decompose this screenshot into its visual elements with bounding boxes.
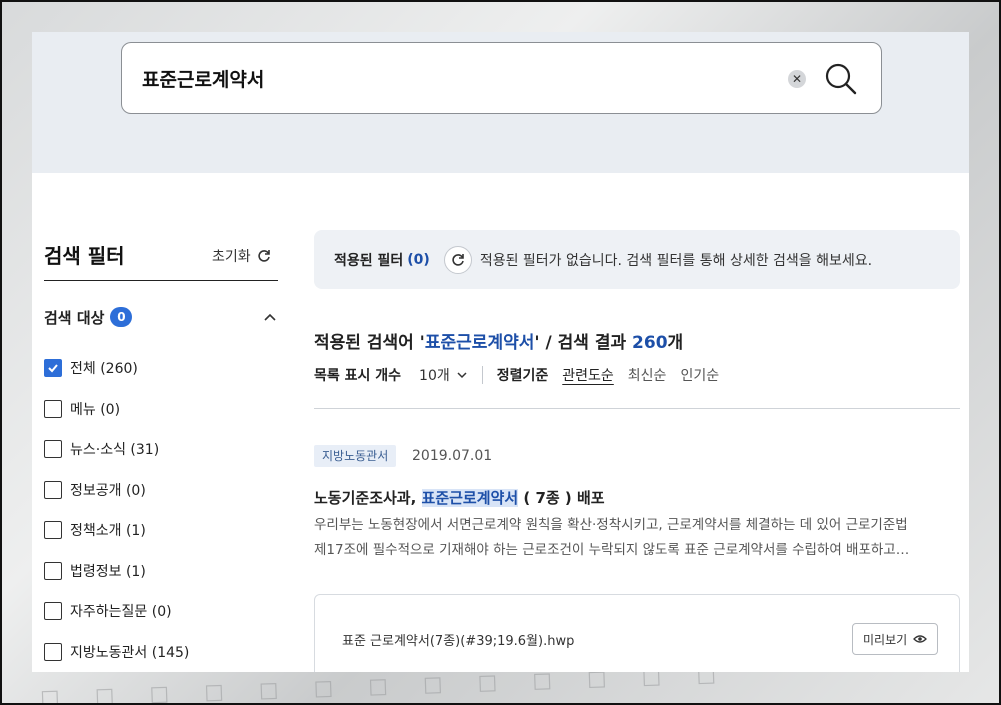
controls-separator <box>481 366 483 384</box>
attachment-box: 표준 근로계약서(7종)(#39;19.6월).hwp 미리보기 <box>314 594 960 672</box>
sort-option-relevance[interactable]: 관련도순 <box>562 365 614 385</box>
filter-checkbox-item[interactable]: 전체 (260) <box>44 348 284 389</box>
sort-label: 정렬기준 <box>496 368 549 384</box>
checkbox[interactable] <box>44 521 62 540</box>
search-input[interactable] <box>142 43 782 113</box>
preview-label: 미리보기 <box>863 632 908 647</box>
page-size-value: 10개 <box>419 368 450 384</box>
filter-checkbox-list: 전체 (260) 메뉴 (0) 뉴스·소식 (31) 정보공개 (0) 정책소개 (1)… <box>44 348 284 672</box>
search-box: ✕ <box>121 42 882 114</box>
summary-keyword: 표준근로계약서 <box>424 333 535 353</box>
result-summary: 적용된 검색어 '표준근로계약서' / 검색 결과 260개 <box>314 328 683 353</box>
result-title-before: 노동기준조사과, <box>314 489 422 507</box>
search-target-header[interactable]: 검색 대상 0 <box>44 305 278 329</box>
reset-label: 초기화 <box>212 249 251 265</box>
filter-checkbox-item[interactable]: 메뉴 (0) <box>44 389 284 430</box>
result-category-tag: 지방노동관서 <box>314 445 397 467</box>
page-size-select[interactable]: 10개 <box>419 365 468 385</box>
search-icon <box>825 63 857 95</box>
sort-option-latest[interactable]: 최신순 <box>628 365 667 385</box>
page-size-label: 목록 표시 개수 <box>314 368 402 384</box>
result-title-link[interactable]: 노동기준조사과, 표준근로계약서 ( 7종 ) 배포 <box>314 487 605 508</box>
checkbox[interactable] <box>44 642 62 661</box>
summary-middle: ' / 검색 결과 <box>534 333 633 353</box>
checkbox[interactable] <box>44 602 62 621</box>
filter-checkbox-item[interactable]: 자주하는질문 (0) <box>44 591 284 632</box>
chevron-down-icon <box>457 372 467 379</box>
refresh-icon <box>452 253 464 266</box>
check-icon <box>48 364 58 373</box>
filter-checkbox-label: 메뉴 (0) <box>70 401 121 418</box>
applied-filter-refresh-button[interactable] <box>443 245 472 274</box>
applied-filter-message: 적용된 필터가 없습니다. 검색 필터를 통해 상세한 검색을 해보세요. <box>479 252 873 269</box>
filter-checkbox-item[interactable]: 정책소개 (1) <box>44 510 284 551</box>
search-target-label: 검색 대상 <box>44 308 105 327</box>
list-controls: 목록 표시 개수 10개 정렬기준 관련도순 최신순 인기순 <box>314 365 719 385</box>
filter-checkbox-label: 뉴스·소식 (31) <box>70 442 160 459</box>
filter-checkbox-label: 자주하는질문 (0) <box>70 604 172 621</box>
applied-filter-bar: 적용된 필터 (0) 적용된 필터가 없습니다. 검색 필터를 통해 상세한 검… <box>314 230 960 289</box>
result-title-highlight: 표준근로계약서 <box>421 489 519 507</box>
attachment-filename[interactable]: 표준 근로계약서(7종)(#39;19.6월).hwp <box>342 630 574 649</box>
search-target-count-badge: 0 <box>110 307 133 327</box>
checkbox[interactable] <box>44 399 62 418</box>
filter-divider <box>44 280 278 281</box>
results-divider <box>314 408 960 409</box>
filter-checkbox-label: 전체 (260) <box>70 361 138 378</box>
sort-option-popular[interactable]: 인기순 <box>680 365 719 385</box>
checkbox-checked[interactable] <box>44 359 62 378</box>
filter-title: 검색 필터 <box>44 244 125 268</box>
checkbox[interactable] <box>44 440 62 459</box>
result-title-after: ( 7종 ) 배포 <box>518 489 605 507</box>
summary-count: 260 <box>632 333 668 353</box>
clear-search-button[interactable]: ✕ <box>788 70 806 88</box>
filter-checkbox-item[interactable]: 지방노동관서 (145) <box>44 632 284 673</box>
filter-checkbox-item[interactable]: 정보공개 (0) <box>44 470 284 511</box>
search-button[interactable] <box>824 62 858 96</box>
filter-checkbox-label: 정보공개 (0) <box>70 482 146 499</box>
result-desc-line1: 우리부는 노동현장에서 서면근로계약 원칙을 확산·정착시키고, 근로계약서를 … <box>314 517 908 533</box>
result-desc-line2: 제17조에 필수적으로 기재해야 하는 근로조건이 누락되지 않도록 표준 근로… <box>314 542 910 558</box>
applied-filter-count: (0) <box>407 251 430 268</box>
filter-checkbox-item[interactable]: 법령정보 (1) <box>44 551 284 592</box>
preview-button[interactable]: 미리보기 <box>852 623 939 655</box>
filter-checkbox-label: 지방노동관서 (145) <box>70 644 190 661</box>
summary-prefix: 적용된 검색어 ' <box>314 333 425 353</box>
filter-checkbox-item[interactable]: 뉴스·소식 (31) <box>44 429 284 470</box>
filter-checkbox-label: 정책소개 (1) <box>70 523 146 540</box>
filter-checkbox-label: 법령정보 (1) <box>70 563 146 580</box>
search-band: ✕ <box>32 32 969 173</box>
refresh-icon <box>257 250 270 262</box>
checkbox[interactable] <box>44 561 62 580</box>
chevron-up-icon[interactable] <box>262 309 278 325</box>
summary-suffix: 개 <box>667 333 684 353</box>
search-results-page: ✕ 검색 필터 초기화 검색 대상 0 전체 (260) 메뉴 (0) 뉴스·소식 … <box>32 32 969 672</box>
checkbox[interactable] <box>44 480 62 499</box>
result-description: 우리부는 노동현장에서 서면근로계약 원칙을 확산·정착시키고, 근로계약서를 … <box>314 513 960 563</box>
reset-filter-button[interactable]: 초기화 <box>212 246 271 266</box>
eye-icon <box>913 635 928 643</box>
applied-filter-label: 적용된 필터 <box>334 252 404 269</box>
result-date: 2019.07.01 <box>412 448 493 464</box>
